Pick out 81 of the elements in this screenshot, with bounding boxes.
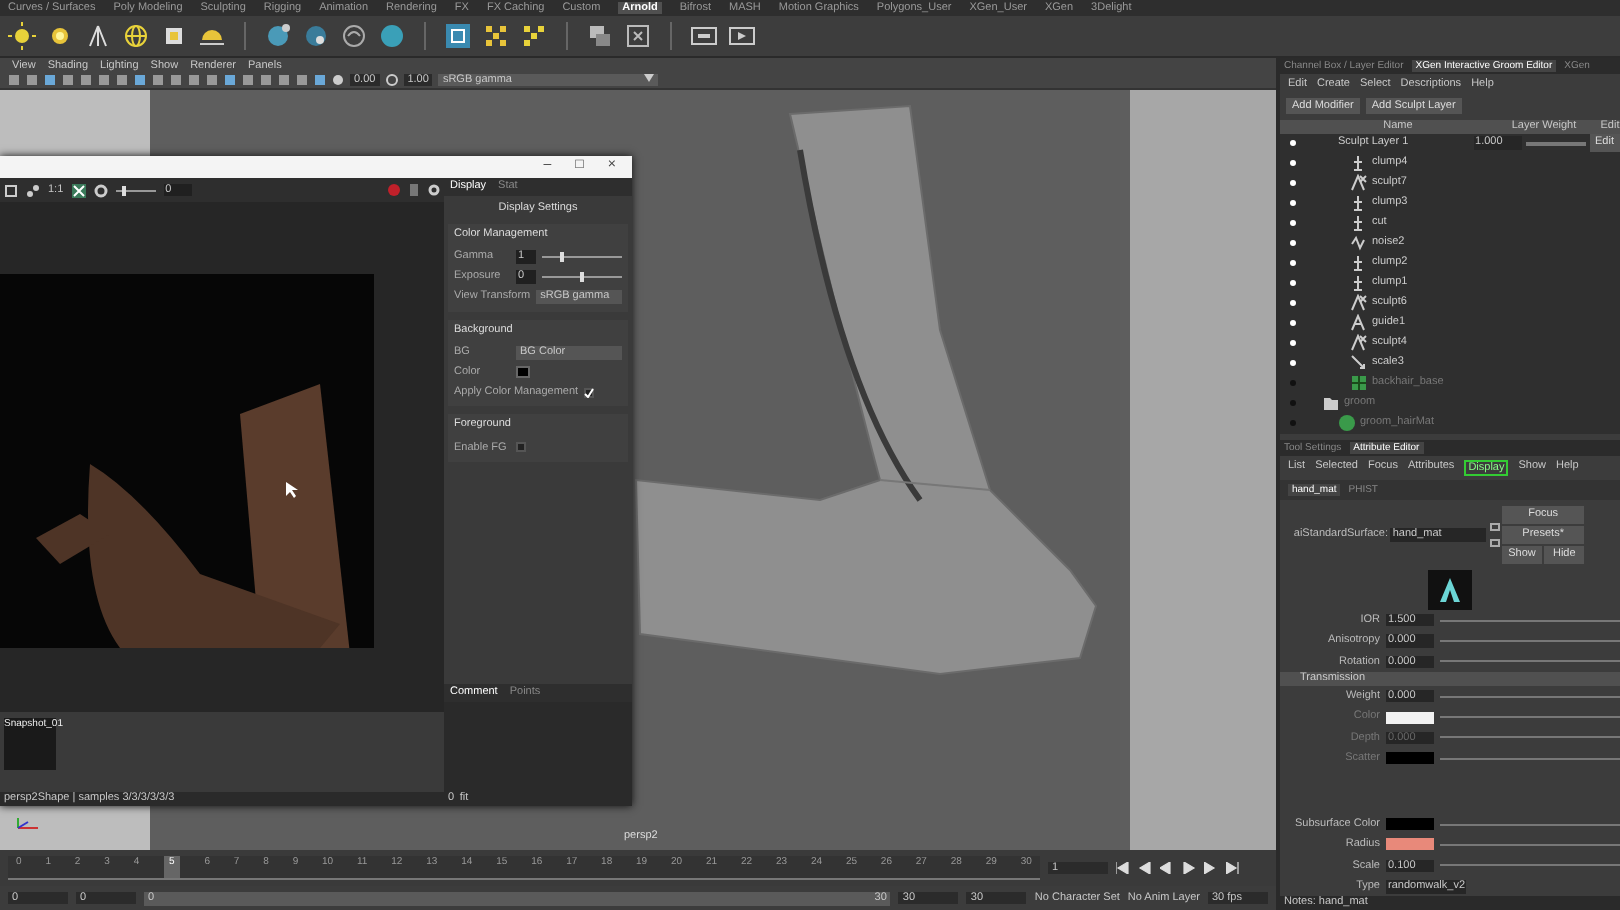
checkbox[interactable] xyxy=(584,387,595,398)
visibility-dot[interactable] xyxy=(1290,200,1296,207)
toolbar-square-icon[interactable] xyxy=(296,74,308,86)
clump-icon xyxy=(1350,194,1368,213)
toolbar-square-icon[interactable] xyxy=(242,74,254,86)
wave-icon xyxy=(1350,234,1368,253)
step-back-icon[interactable] xyxy=(1138,862,1152,874)
color-swatch[interactable] xyxy=(516,366,530,379)
toolbar-square-icon[interactable] xyxy=(62,74,74,86)
play-backward-icon[interactable] xyxy=(1160,862,1174,874)
sun-icon[interactable] xyxy=(46,22,74,50)
grid-icon xyxy=(1350,374,1368,393)
dots-icon[interactable] xyxy=(482,22,510,50)
step-forward-icon[interactable] xyxy=(1204,862,1218,874)
nodes-icon[interactable] xyxy=(26,183,40,197)
visibility-dot[interactable] xyxy=(1290,140,1296,147)
viewport[interactable] xyxy=(0,90,1276,850)
frame-icon[interactable] xyxy=(624,22,652,50)
sun-icon[interactable] xyxy=(8,22,36,50)
description-icon xyxy=(1338,414,1356,433)
settings-icon[interactable] xyxy=(93,183,108,197)
sculpt-icon xyxy=(1350,174,1368,193)
toolbar-square-icon[interactable] xyxy=(26,74,38,86)
toolbar-square-icon[interactable] xyxy=(152,74,164,86)
guide-icon xyxy=(1350,314,1368,333)
visibility-dot[interactable] xyxy=(1290,340,1296,347)
comment-field[interactable] xyxy=(444,702,632,792)
sphere-icon[interactable] xyxy=(302,22,330,50)
sphere-icon[interactable] xyxy=(264,22,292,50)
toolbar-square-icon[interactable] xyxy=(8,74,20,86)
toolbar-square-icon[interactable] xyxy=(188,74,200,86)
clump-icon xyxy=(1350,274,1368,293)
folder-icon xyxy=(1322,394,1340,413)
toolbar-square-icon[interactable] xyxy=(134,74,146,86)
toolbar-square-icon[interactable] xyxy=(206,74,218,86)
monitor-icon[interactable] xyxy=(690,22,718,50)
clump-icon xyxy=(1350,214,1368,233)
slider-thumb[interactable] xyxy=(121,185,126,195)
clump-icon xyxy=(1350,254,1368,273)
sculpt-icon xyxy=(1350,294,1368,313)
gamma-icon[interactable] xyxy=(385,74,398,86)
color-swatch[interactable] xyxy=(1386,818,1434,831)
visibility-dot[interactable] xyxy=(1290,360,1296,367)
skip-end-icon[interactable] xyxy=(1226,862,1240,874)
visibility-dot[interactable] xyxy=(1290,320,1296,327)
grid-icon[interactable] xyxy=(444,22,472,50)
cursor-icon xyxy=(286,482,298,498)
play-icon[interactable] xyxy=(728,22,756,50)
sculpt-icon xyxy=(1350,334,1368,353)
skip-start-icon[interactable] xyxy=(1116,862,1130,874)
settings-icon[interactable] xyxy=(428,184,440,196)
windows-icon[interactable] xyxy=(586,22,614,50)
visibility-dot[interactable] xyxy=(1290,240,1296,247)
visibility-dot[interactable] xyxy=(1290,220,1296,227)
exposure-icon[interactable] xyxy=(332,74,344,86)
checkmark-icon xyxy=(584,387,595,398)
dots-icon[interactable] xyxy=(520,22,548,50)
toolbar-square-icon[interactable] xyxy=(314,74,326,86)
toolbar-square-icon[interactable] xyxy=(44,74,56,86)
globe-icon[interactable] xyxy=(122,22,150,50)
scale-icon xyxy=(1350,354,1368,373)
toolbar-square-icon[interactable] xyxy=(224,74,236,86)
visibility-dot[interactable] xyxy=(1290,280,1296,287)
visibility-dot[interactable] xyxy=(1290,260,1296,267)
visibility-dot[interactable] xyxy=(1290,180,1296,187)
axis-gizmo-icon xyxy=(16,816,40,832)
weight-slider[interactable] xyxy=(1525,141,1586,146)
checkbox[interactable] xyxy=(516,442,526,453)
toolbar-square-icon[interactable] xyxy=(170,74,182,86)
color-swatch[interactable] xyxy=(1386,838,1434,851)
toolbar-square-icon[interactable] xyxy=(98,74,110,86)
visibility-dot[interactable] xyxy=(1290,160,1296,167)
clump-icon xyxy=(1350,154,1368,173)
play-icon[interactable] xyxy=(1182,862,1196,874)
sphere-icon[interactable] xyxy=(378,22,406,50)
toolbar-square-icon[interactable] xyxy=(80,74,92,86)
toolbar-square-icon[interactable] xyxy=(278,74,290,86)
toolbar-square-icon[interactable] xyxy=(260,74,272,86)
visibility-dot[interactable] xyxy=(1290,300,1296,307)
material-preview-icon xyxy=(1428,569,1472,610)
toolbar-square-icon[interactable] xyxy=(116,74,128,86)
